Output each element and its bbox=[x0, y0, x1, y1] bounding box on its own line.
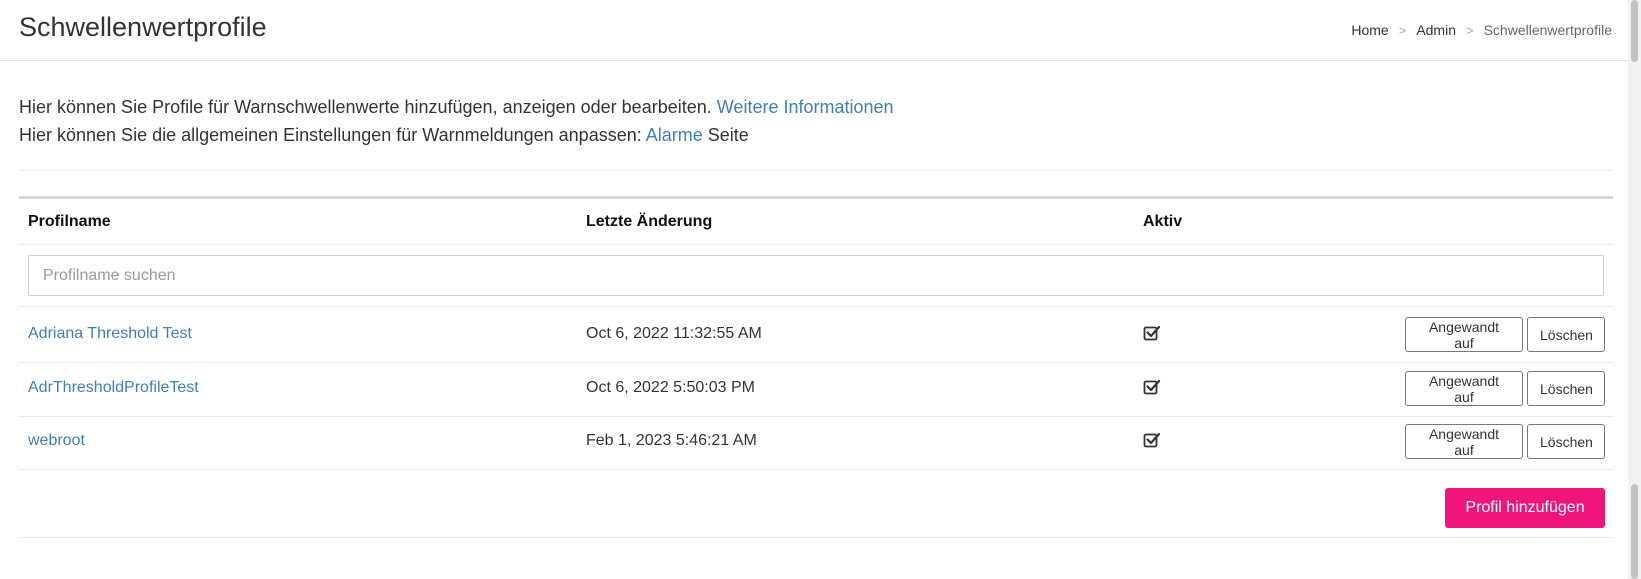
intro-line-1: Hier können Sie Profile für Warnschwelle… bbox=[19, 93, 894, 121]
column-header-name[interactable]: Profilname bbox=[28, 213, 111, 231]
intro-line-2: Hier können Sie die allgemeinen Einstell… bbox=[19, 121, 894, 149]
scrollbar-thumb-lower[interactable] bbox=[1631, 484, 1638, 579]
table-header-row: Profilname Letzte Änderung Aktiv bbox=[19, 199, 1613, 245]
applied-to-button[interactable]: Angewandt auf bbox=[1405, 371, 1523, 406]
breadcrumb-separator: > bbox=[1398, 22, 1407, 38]
breadcrumb-home[interactable]: Home bbox=[1351, 22, 1388, 38]
column-header-changed[interactable]: Letzte Änderung bbox=[586, 213, 712, 231]
profiles-table: Profilname Letzte Änderung Aktiv Adriana… bbox=[19, 196, 1613, 538]
alarms-link[interactable]: Alarme bbox=[646, 125, 703, 145]
breadcrumb: Home > Admin > Schwellenwertprofile bbox=[1351, 22, 1612, 38]
delete-button[interactable]: Löschen bbox=[1527, 424, 1605, 459]
profile-name-link[interactable]: webroot bbox=[28, 432, 85, 450]
profile-name-link[interactable]: AdrThresholdProfileTest bbox=[28, 379, 199, 397]
last-changed: Feb 1, 2023 5:46:21 AM bbox=[586, 432, 757, 449]
breadcrumb-separator: > bbox=[1466, 22, 1474, 38]
last-changed: Oct 6, 2022 11:32:55 AM bbox=[586, 325, 762, 342]
breadcrumb-current: Schwellenwertprofile bbox=[1483, 22, 1612, 38]
delete-button[interactable]: Löschen bbox=[1527, 371, 1605, 406]
page-header: Schwellenwertprofile Home > Admin > Schw… bbox=[0, 0, 1628, 61]
intro-line-2-suffix: Seite bbox=[707, 125, 749, 145]
table-row: AdrThresholdProfileTest Oct 6, 2022 5:50… bbox=[19, 361, 1613, 417]
last-changed: Oct 6, 2022 5:50:03 PM bbox=[586, 379, 755, 396]
profile-name-link[interactable]: Adriana Threshold Test bbox=[28, 325, 192, 343]
add-profile-button[interactable]: Profil hinzufügen bbox=[1445, 488, 1605, 528]
intro-line-2-text: Hier können Sie die allgemeinen Einstell… bbox=[19, 125, 642, 145]
intro-line-1-text: Hier können Sie Profile für Warnschwelle… bbox=[19, 97, 712, 117]
breadcrumb-admin[interactable]: Admin bbox=[1416, 22, 1456, 38]
applied-to-button[interactable]: Angewandt auf bbox=[1405, 424, 1523, 459]
checkbox-checked-icon bbox=[1143, 432, 1161, 448]
column-header-active[interactable]: Aktiv bbox=[1143, 213, 1182, 231]
delete-button[interactable]: Löschen bbox=[1527, 317, 1605, 352]
page-scrollbar[interactable] bbox=[1628, 0, 1641, 579]
scrollbar-thumb[interactable] bbox=[1631, 0, 1638, 62]
table-row: webroot Feb 1, 2023 5:46:21 AM Angewandt… bbox=[19, 414, 1613, 470]
profile-search-input[interactable] bbox=[28, 255, 1604, 296]
search-row bbox=[19, 245, 1613, 307]
checkbox-checked-icon bbox=[1143, 379, 1161, 395]
applied-to-button[interactable]: Angewandt auf bbox=[1405, 317, 1523, 352]
intro-text: Hier können Sie Profile für Warnschwelle… bbox=[19, 93, 894, 149]
page-title: Schwellenwertprofile bbox=[19, 12, 267, 42]
table-row: Adriana Threshold Test Oct 6, 2022 11:32… bbox=[19, 307, 1613, 363]
more-info-link[interactable]: Weitere Informationen bbox=[717, 97, 894, 117]
checkbox-checked-icon bbox=[1143, 325, 1161, 341]
section-divider bbox=[19, 170, 1613, 171]
